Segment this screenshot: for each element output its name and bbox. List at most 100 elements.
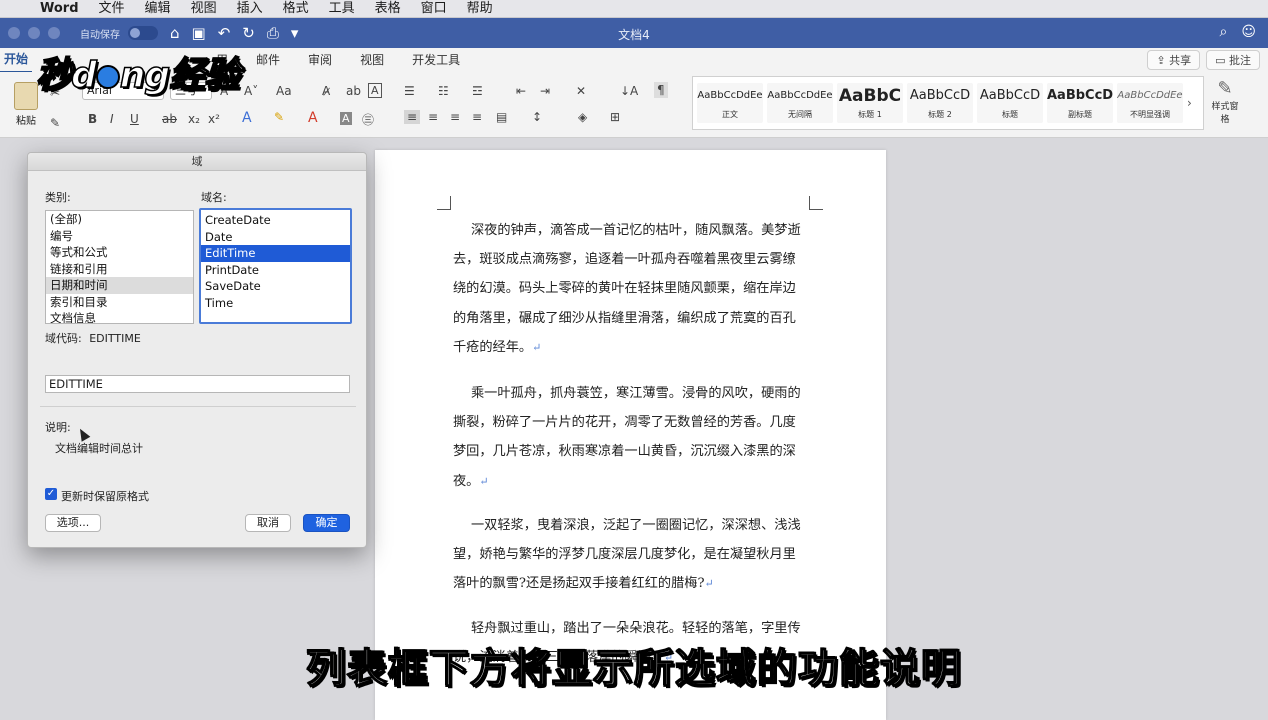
style-name: 标题 1 [858,110,882,119]
tab-mailings[interactable]: 邮件 [242,48,294,72]
bold-icon[interactable]: B [88,112,97,126]
menu-format[interactable]: 格式 [273,0,319,18]
style-heading-1[interactable]: AaBbC 标题 1 [837,83,903,123]
field-name-option[interactable]: Date [201,229,350,246]
description-label: 说明: [45,421,71,434]
ok-button[interactable]: 确定 [303,514,350,532]
style-title[interactable]: AaBbCcD 标题 [977,83,1043,123]
strikethrough-icon[interactable]: ab [162,112,177,126]
category-option[interactable]: 文档信息 [46,310,193,323]
field-code-label: 域代码: [45,332,82,345]
tab-home[interactable]: 开始 [0,47,33,73]
menu-window[interactable]: 窗口 [411,0,457,18]
underline-icon[interactable]: U [130,112,139,126]
search-icon[interactable]: ⌕ [1220,24,1228,40]
sort-icon[interactable]: ↓A [620,84,638,98]
bullets-icon[interactable]: ☰ [404,84,415,98]
borders-icon[interactable]: ⊞ [610,110,620,124]
style-name: 无间隔 [788,110,812,119]
tab-review[interactable]: 审阅 [294,48,346,72]
category-option-selected[interactable]: 日期和时间 [46,277,193,294]
style-normal[interactable]: AaBbCcDdEe 正文 [697,83,763,123]
field-code-input[interactable]: EDITTIME [45,375,350,393]
options-button[interactable]: 选项... [45,514,101,532]
align-center-icon[interactable]: ≡ [428,110,438,124]
menu-table[interactable]: 表格 [365,0,411,18]
field-name-option[interactable]: SaveDate [201,278,350,295]
field-dialog: 域 类别: (全部) 编号 等式和公式 链接和引用 日期和时间 索引和目录 文档… [27,152,367,548]
share-button[interactable]: ⇪ 共享 [1147,50,1201,70]
paragraph[interactable]: 一双轻浆，曳着深浪，泛起了一圈圈记忆，深深想、浅浅望，娇艳与繁华的浮梦几度深层几… [453,511,803,599]
tab-view[interactable]: 视图 [346,48,398,72]
char-border-icon[interactable]: A [368,83,382,98]
shrink-font-icon[interactable]: A˅ [244,84,258,98]
text-effects-icon[interactable]: A [242,110,252,126]
paragraph-text: 一双轻浆，曳着深浪，泛起了一圈圈记忆，深深想、浅浅望，娇艳与繁华的浮梦几度深层几… [453,518,801,592]
field-name-option[interactable]: Time [201,295,350,312]
highlight-icon[interactable]: ✎ [274,110,284,124]
italic-icon[interactable]: I [110,112,114,126]
document-page[interactable]: 深夜的钟声，滴答成一首记忆的枯叶，随风飘落。美梦逝去，斑驳成点滴殇寥，追逐着一叶… [375,150,886,720]
field-names-list[interactable]: CreateDate Date EditTime PrintDate SaveD… [199,208,352,324]
justify-icon[interactable]: ≡ [472,110,482,124]
cancel-button[interactable]: 取消 [245,514,291,532]
align-left-icon[interactable]: ≡ [404,110,421,124]
style-sample: AaBbCcD [979,88,1041,103]
category-option[interactable]: 等式和公式 [46,244,193,261]
menu-insert[interactable]: 插入 [227,0,273,18]
comments-label: 批注 [1229,54,1251,67]
format-painter-icon[interactable]: ✎ [50,116,60,130]
phonetic-guide-icon[interactable]: ab [346,84,361,98]
categories-list[interactable]: (全部) 编号 等式和公式 链接和引用 日期和时间 索引和目录 文档信息 [45,210,194,324]
field-name-option[interactable]: CreateDate [201,212,350,229]
menu-file[interactable]: 文件 [89,0,135,18]
category-option[interactable]: 链接和引用 [46,261,193,278]
menu-tools[interactable]: 工具 [319,0,365,18]
subscript-icon[interactable]: x₂ [188,112,200,126]
paragraph-text: 乘一叶孤舟，抓舟蓑笠，寒江薄雪。浸骨的风吹，硬雨的撕裂，粉碎了一片片的花开，凋零… [453,386,801,489]
change-case-button[interactable]: Aa [276,84,292,98]
shading-icon[interactable]: ◈ [578,110,587,124]
app-menu[interactable]: Word [30,0,89,18]
menu-view[interactable]: 视图 [181,0,227,18]
field-name-option-selected[interactable]: EditTime [201,245,350,262]
style-heading-2[interactable]: AaBbCcD 标题 2 [907,83,973,123]
category-option[interactable]: 编号 [46,228,193,245]
decrease-indent-icon[interactable]: ⇤ [516,84,526,98]
distributed-icon[interactable]: ▤ [496,110,507,124]
styles-pane-button[interactable]: ✎ 样式窗格 [1210,78,1240,125]
gallery-next-icon[interactable]: › [1187,83,1192,123]
style-no-spacing[interactable]: AaBbCcDdEe 无间隔 [767,83,833,123]
clear-format-icon[interactable]: A̷ [322,84,330,98]
font-color-icon[interactable]: A [308,110,318,126]
menu-bar: Word 文件 编辑 视图 插入 格式 工具 表格 窗口 帮助 [0,0,1268,18]
increase-indent-icon[interactable]: ⇥ [540,84,550,98]
menu-edit[interactable]: 编辑 [135,0,181,18]
share-icon: ⇪ [1156,54,1170,67]
enclose-char-icon[interactable]: ㊂ [362,111,374,128]
paragraph[interactable]: 深夜的钟声，滴答成一首记忆的枯叶，随风飘落。美梦逝去，斑驳成点滴殇寥，追逐着一叶… [453,216,803,362]
menu-help[interactable]: 帮助 [457,0,503,18]
style-subtitle[interactable]: AaBbCcD 副标题 [1047,83,1113,123]
categories-label: 类别: [45,191,71,204]
preserve-format-checkbox[interactable]: ✓ [45,488,57,500]
superscript-icon[interactable]: x² [208,112,220,126]
show-formatting-icon[interactable]: ¶ [654,82,668,98]
account-icon[interactable]: ☺ [1241,24,1256,40]
paragraph[interactable]: 乘一叶孤舟，抓舟蓑笠，寒江薄雪。浸骨的风吹，硬雨的撕裂，粉碎了一片片的花开，凋零… [453,379,803,496]
style-subtle-emphasis[interactable]: AaBbCcDdEe 不明显强调 [1117,83,1183,123]
category-option[interactable]: (全部) [46,211,193,228]
comments-button[interactable]: ▭ 批注 [1206,50,1260,70]
asian-layout-icon[interactable]: ✕ [576,84,586,98]
char-shading-icon[interactable]: A [340,112,352,125]
style-sample: AaBbCcD [1047,88,1113,103]
field-code-row: 域代码: EDITTIME [45,330,141,346]
numbering-icon[interactable]: ☷ [438,84,449,98]
field-name-option[interactable]: PrintDate [201,262,350,279]
align-right-icon[interactable]: ≡ [450,110,460,124]
multilevel-list-icon[interactable]: ☲ [472,84,483,98]
tab-developer[interactable]: 开发工具 [398,48,474,72]
line-spacing-icon[interactable]: ↕ [532,110,542,124]
category-option[interactable]: 索引和目录 [46,294,193,311]
style-name: 副标题 [1068,110,1092,119]
